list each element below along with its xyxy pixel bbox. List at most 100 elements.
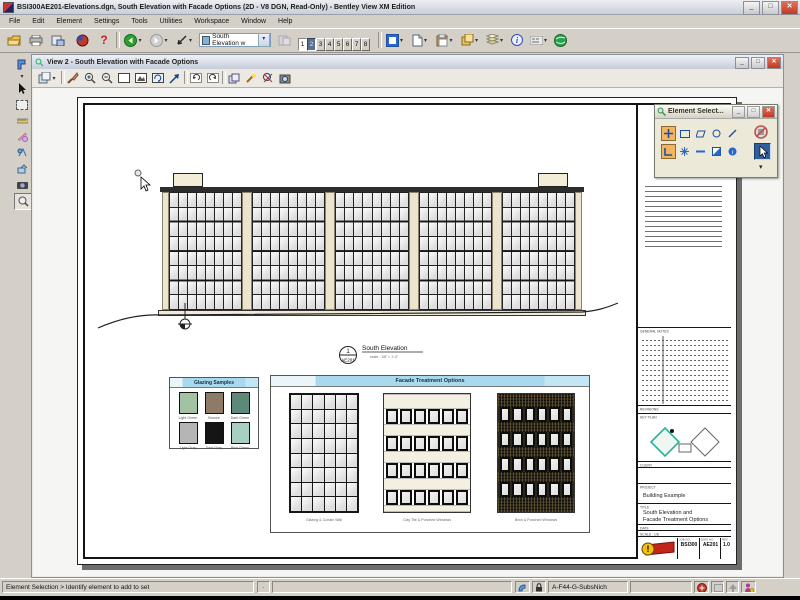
snap-mode-indicator[interactable] [515, 581, 530, 593]
view-control-button[interactable]: ▾ [173, 31, 195, 49]
window-cell [382, 222, 390, 236]
web-browser-button[interactable] [552, 31, 569, 49]
active-level-field[interactable]: A-F44-G-SubsNich [548, 581, 628, 593]
primary-tools-button[interactable]: ▾ [383, 31, 406, 49]
print-button[interactable] [26, 31, 46, 49]
view-client-area[interactable]: 1 AE201 South Elevation scale : 1/8" = 1… [33, 88, 782, 576]
view-toggle-4[interactable]: 4 [325, 38, 334, 51]
view-previous-button[interactable] [188, 71, 203, 85]
menu-utilities[interactable]: Utilities [155, 17, 188, 26]
view-brightness-button[interactable] [243, 71, 258, 85]
swatch-color[interactable] [179, 392, 198, 414]
view-toggle-3[interactable]: 3 [316, 38, 325, 51]
tool-fence[interactable] [14, 97, 30, 112]
window-area-button[interactable] [116, 71, 131, 85]
tool-group-dropdown[interactable]: ▾ [14, 73, 30, 80]
tool-camera[interactable] [14, 177, 30, 192]
copy-view-button[interactable] [226, 71, 241, 85]
dialog-close-button[interactable]: ✕ [762, 106, 775, 118]
select-all-button[interactable] [754, 143, 771, 160]
digital-rights-indicator[interactable] [741, 581, 756, 593]
menu-tools[interactable]: Tools [126, 17, 152, 26]
view-next-button[interactable] [205, 71, 220, 85]
element-select-title-bar[interactable]: Element Select... _ □ ✕ [655, 105, 777, 119]
view-toggle-8[interactable]: 8 [361, 38, 370, 51]
select-set-indicator[interactable] [726, 581, 739, 593]
swatch-color[interactable] [231, 422, 250, 444]
view-toggle-1[interactable]: 1 [298, 38, 307, 51]
dialog-pin-button[interactable]: □ [747, 106, 760, 118]
clipboard-button[interactable]: ▾ [433, 31, 456, 49]
menu-window[interactable]: Window [236, 17, 271, 26]
help-button[interactable]: ? [96, 31, 112, 49]
select-circle-button[interactable] [709, 126, 724, 141]
swatch-color[interactable] [205, 422, 224, 444]
swatch-color[interactable] [231, 392, 250, 414]
select-shape-button[interactable] [693, 126, 708, 141]
info-button[interactable]: i [508, 31, 525, 49]
swatch-color[interactable] [179, 422, 198, 444]
tool-zoom[interactable] [14, 193, 32, 210]
menu-element[interactable]: Element [51, 17, 87, 26]
view-minimize-button[interactable]: _ [735, 57, 749, 69]
forward-button[interactable]: ▾ [147, 31, 171, 49]
references-button[interactable]: ▾ [483, 31, 506, 49]
view-toggle-6[interactable]: 6 [343, 38, 352, 51]
view-toggle-2[interactable]: 2 [307, 38, 316, 51]
saved-view-combo[interactable]: South Elevation w ▾ [199, 33, 271, 47]
select-block-button[interactable] [677, 126, 692, 141]
back-button[interactable]: ▾ [121, 31, 145, 49]
restore-button[interactable]: □ [762, 1, 779, 15]
window-cell [188, 193, 196, 207]
minimize-button[interactable]: _ [743, 1, 760, 15]
mode-subtract-button[interactable] [693, 144, 708, 159]
rotate-view-button[interactable] [150, 71, 165, 85]
zoom-in-button[interactable] [82, 71, 97, 85]
compass-button[interactable] [72, 31, 92, 49]
tool-element-selection-group[interactable] [14, 57, 30, 72]
print-preview-button[interactable] [48, 31, 68, 49]
fit-view-button[interactable] [133, 71, 148, 85]
open-file-button[interactable] [4, 31, 24, 49]
view-title-bar[interactable]: View 2 - South Elevation with Facade Opt… [32, 55, 783, 70]
pan-view-button[interactable] [167, 71, 182, 85]
zoom-out-button[interactable] [99, 71, 114, 85]
fence-indicator[interactable] [711, 581, 724, 593]
update-view-button[interactable] [65, 71, 80, 85]
mode-new-button[interactable] [661, 144, 676, 159]
tool-annotate[interactable] [14, 145, 30, 160]
models-button[interactable]: ▾ [458, 31, 481, 49]
mode-all-button[interactable]: i [725, 144, 740, 159]
saved-view-dropdown[interactable]: ▾ [258, 33, 270, 47]
view-restore-button[interactable]: □ [751, 57, 765, 69]
dialog-minimize-button[interactable]: _ [732, 106, 745, 118]
clip-mask-button[interactable] [277, 71, 292, 85]
view-display-button[interactable]: ▾ [36, 71, 58, 85]
view-close-button[interactable]: ✕ [767, 57, 781, 69]
menu-settings[interactable]: Settings [89, 17, 124, 26]
drawing-sheet[interactable]: 1 AE201 South Elevation scale : 1/8" = 1… [77, 97, 737, 565]
new-file-button[interactable]: ▾ [408, 31, 431, 49]
tool-dimension[interactable] [14, 129, 30, 144]
menu-help[interactable]: Help [273, 17, 297, 26]
tool-measure[interactable] [14, 113, 30, 128]
swatch-color[interactable] [205, 392, 224, 414]
accudraw-button[interactable]: ▾ [527, 31, 550, 49]
menu-workspace[interactable]: Workspace [189, 17, 234, 26]
do-not-disturb-indicator[interactable] [694, 581, 709, 593]
menu-edit[interactable]: Edit [27, 17, 49, 26]
locks-indicator[interactable] [532, 581, 546, 593]
apply-view-button[interactable] [275, 31, 293, 49]
clip-volume-button[interactable] [260, 71, 275, 85]
mode-add-button[interactable] [677, 144, 692, 159]
mode-invert-button[interactable] [709, 144, 724, 159]
tool-pointer[interactable] [14, 81, 30, 96]
view-toggle-7[interactable]: 7 [352, 38, 361, 51]
dialog-expand-arrow[interactable]: ▾ [759, 163, 763, 171]
close-button[interactable]: ✕ [781, 1, 798, 15]
tool-links[interactable] [14, 161, 30, 176]
view-toggle-5[interactable]: 5 [334, 38, 343, 51]
menu-file[interactable]: File [4, 17, 25, 26]
select-individual-button[interactable] [661, 126, 676, 141]
select-line-button[interactable] [725, 126, 740, 141]
